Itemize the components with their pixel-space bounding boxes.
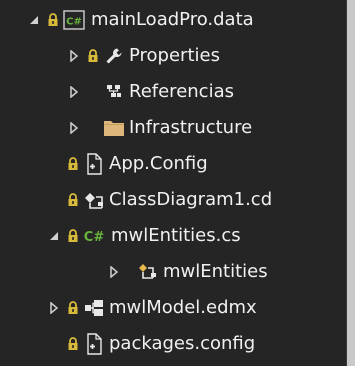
tree-item-label: mwlEntities.cs [111, 225, 241, 246]
tree-item-references[interactable]: Referencias [0, 74, 346, 110]
tree-item-packages-config[interactable]: packages.config [0, 326, 346, 362]
tree-item-properties[interactable]: Properties [0, 38, 346, 74]
collapsed-arrow-icon[interactable] [67, 121, 81, 135]
tree-item-mwlentities-class[interactable]: mwlEntities [0, 254, 346, 290]
lock-icon [67, 192, 79, 208]
lock-icon [87, 48, 99, 64]
class-icon [137, 261, 159, 283]
lock-icon [67, 300, 79, 316]
class-diagram-icon [83, 189, 105, 211]
tree-item-label: Referencias [129, 81, 234, 102]
config-file-icon [83, 153, 105, 175]
tree-item-project[interactable]: C# mainLoadPro.data [0, 2, 346, 38]
lock-icon [67, 228, 79, 244]
tree-item-label: packages.config [109, 333, 256, 354]
collapsed-arrow-icon[interactable] [107, 265, 121, 279]
tree-item-label: mwlModel.edmx [109, 297, 257, 318]
tree-item-infrastructure[interactable]: Infrastructure [0, 110, 346, 146]
collapsed-arrow-icon[interactable] [67, 49, 81, 63]
config-file-icon [83, 333, 105, 355]
svg-text:C#: C# [66, 17, 82, 28]
references-icon [103, 81, 125, 103]
csharp-project-icon: C# [63, 9, 85, 31]
lock-icon [47, 12, 59, 28]
lock-icon [67, 336, 79, 352]
collapsed-arrow-icon[interactable] [67, 85, 81, 99]
folder-icon [103, 117, 125, 139]
tree-item-label: Properties [129, 45, 220, 66]
tree-item-label: mainLoadPro.data [91, 9, 254, 30]
tree-item-label: mwlEntities [163, 261, 268, 282]
solution-explorer-tree: C# mainLoadPro.data Properties Referenci… [0, 0, 347, 366]
tree-item-label: ClassDiagram1.cd [109, 189, 273, 210]
lock-icon [67, 156, 79, 172]
expanded-arrow-icon[interactable] [27, 13, 41, 27]
wrench-icon [103, 45, 125, 67]
tree-item-label: App.Config [109, 153, 208, 174]
tree-item-label: Infrastructure [129, 117, 253, 138]
tree-item-app-config[interactable]: App.Config [0, 146, 346, 182]
svg-text:C#: C# [84, 230, 105, 245]
tree-item-class-diagram[interactable]: ClassDiagram1.cd [0, 182, 346, 218]
expanded-arrow-icon[interactable] [47, 229, 61, 243]
collapsed-arrow-icon[interactable] [47, 301, 61, 315]
csharp-file-icon: C# [83, 225, 105, 247]
tree-item-mwlmodel-edmx[interactable]: mwlModel.edmx [0, 290, 346, 326]
tree-item-mwlentities-cs[interactable]: C# mwlEntities.cs [0, 218, 346, 254]
edmx-icon [83, 297, 105, 319]
